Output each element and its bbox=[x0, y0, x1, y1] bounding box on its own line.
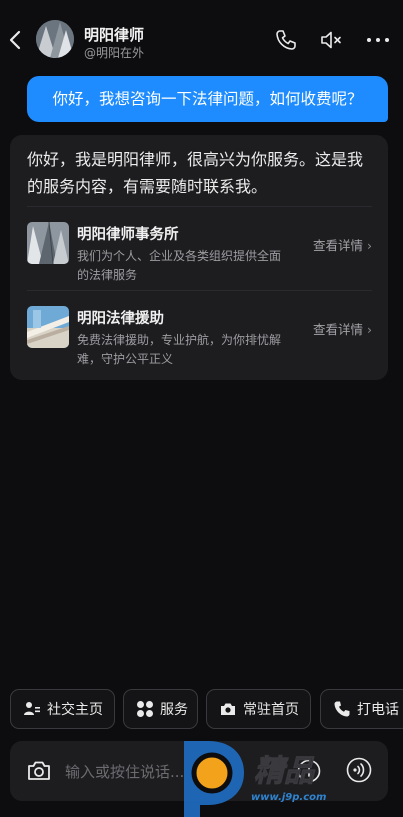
profile-card-icon bbox=[24, 702, 40, 715]
view-details-label: 查看详情 bbox=[312, 322, 363, 337]
voice-icon[interactable] bbox=[346, 757, 372, 783]
quick-action-pinned-home[interactable]: 常驻首页 bbox=[206, 689, 311, 729]
back-icon[interactable] bbox=[6, 28, 26, 52]
view-details-link[interactable]: 查看详情 › bbox=[313, 235, 372, 254]
quick-action-label: 服务 bbox=[160, 702, 188, 718]
service-title: 明阳律师事务所 bbox=[77, 227, 179, 243]
mute-icon[interactable] bbox=[319, 28, 343, 52]
service-item-law-firm[interactable]: 明阳律师事务所 我们为个人、企业及各类组织提供全面的法律服务 查看详情 › bbox=[27, 206, 372, 290]
view-details-label: 查看详情 bbox=[312, 238, 363, 253]
add-icon[interactable] bbox=[297, 759, 321, 783]
service-title: 明阳法律援助 bbox=[77, 311, 164, 327]
user-message-bubble: 你好，我想咨询一下法律问题，如何收费呢？ bbox=[27, 76, 388, 122]
service-description: 免费法律援助，专业护航，为你排忧解难，守护公平正义 bbox=[77, 333, 282, 366]
message-input[interactable]: 输入或按住说话... bbox=[65, 761, 184, 782]
law-firm-thumbnail bbox=[27, 222, 69, 264]
contact-handle: @明阳在外 bbox=[84, 46, 145, 60]
contact-name: 明阳律师 bbox=[84, 26, 145, 44]
camera-pin-icon bbox=[221, 703, 235, 715]
phone-icon bbox=[334, 701, 350, 717]
grid-icon bbox=[137, 701, 153, 717]
camera-icon[interactable] bbox=[26, 758, 52, 784]
chevron-right-icon: › bbox=[367, 238, 372, 253]
phone-icon[interactable] bbox=[274, 28, 298, 52]
message-input-bar: 输入或按住说话... bbox=[10, 741, 388, 801]
service-item-legal-aid[interactable]: 明阳法律援助 免费法律援助，专业护航，为你排忧解难，守护公平正义 查看详情 › bbox=[27, 290, 372, 374]
quick-action-services[interactable]: 服务 bbox=[123, 689, 198, 729]
view-details-link[interactable]: 查看详情 › bbox=[313, 319, 372, 338]
quick-action-call[interactable]: 打电话 bbox=[320, 689, 403, 729]
avatar[interactable] bbox=[36, 20, 74, 58]
more-icon[interactable] bbox=[366, 28, 390, 52]
service-description: 我们为个人、企业及各类组织提供全面的法律服务 bbox=[77, 249, 282, 282]
quick-action-label: 常驻首页 bbox=[243, 702, 299, 718]
reply-card: 你好，我是明阳律师，很高兴为你服务。这是我的服务内容，有需要随时联系我。 明阳律… bbox=[10, 135, 388, 380]
chat-header: 明阳律师 @明阳在外 bbox=[0, 0, 403, 78]
quick-action-label: 社交主页 bbox=[47, 702, 103, 718]
reply-message-text: 你好，我是明阳律师，很高兴为你服务。这是我的服务内容，有需要随时联系我。 bbox=[27, 150, 364, 196]
chevron-right-icon: › bbox=[367, 322, 372, 337]
quick-action-social-home[interactable]: 社交主页 bbox=[10, 689, 115, 729]
quick-action-label: 打电话 bbox=[357, 702, 399, 718]
legal-aid-thumbnail bbox=[27, 306, 69, 348]
